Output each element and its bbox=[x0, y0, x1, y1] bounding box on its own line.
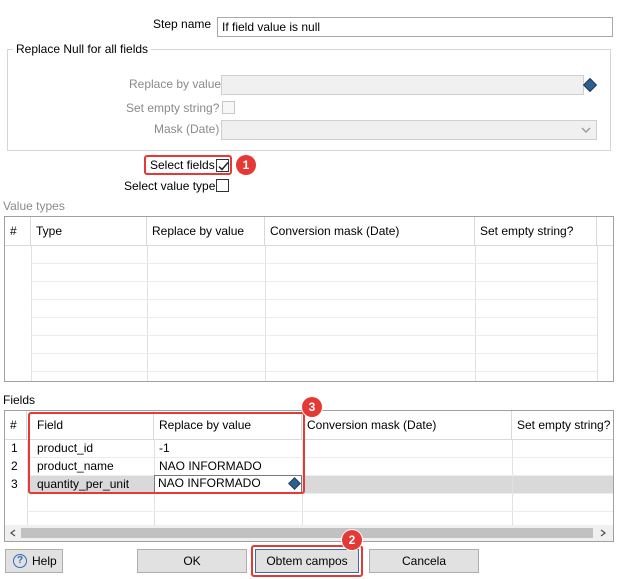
value-types-table[interactable]: # Type Replace by value Conversion mask … bbox=[4, 216, 614, 382]
annotation-badge-1: 1 bbox=[236, 155, 256, 175]
fields-columns-highlight bbox=[28, 412, 305, 494]
fields-title: Fields bbox=[3, 393, 36, 407]
scroll-left-icon[interactable] bbox=[9, 529, 17, 537]
value-types-col-type[interactable]: Type bbox=[31, 217, 147, 245]
replace-by-value-input[interactable] bbox=[221, 75, 584, 95]
annotation-badge-2: 2 bbox=[342, 530, 362, 550]
dropdown-chevron-icon[interactable] bbox=[581, 126, 591, 134]
mask-date-select[interactable] bbox=[221, 120, 597, 140]
step-name-input[interactable]: If field value is null bbox=[217, 17, 613, 37]
value-types-col-num[interactable]: # bbox=[5, 217, 31, 245]
mask-date-label: Mask (Date) bbox=[154, 122, 220, 136]
select-value-type-label: Select value type bbox=[124, 179, 216, 193]
annotation-badge-3: 3 bbox=[302, 397, 322, 417]
fields-horizontal-scrollbar[interactable] bbox=[5, 525, 613, 541]
fields-row-2-num: 2 bbox=[11, 459, 18, 473]
fields-row-3-num: 3 bbox=[11, 477, 18, 491]
help-circle-icon: ? bbox=[13, 554, 27, 568]
replace-null-group-title: Replace Null for all fields bbox=[13, 42, 152, 56]
help-button-label: Help bbox=[32, 554, 57, 568]
replace-by-value-label: Replace by value bbox=[129, 77, 222, 91]
fields-row-1-num: 1 bbox=[11, 441, 18, 455]
select-fields-highlight bbox=[144, 155, 232, 175]
set-empty-string-checkbox[interactable] bbox=[222, 101, 235, 114]
get-fields-highlight bbox=[251, 545, 363, 577]
set-empty-string-label: Set empty string? bbox=[126, 101, 220, 115]
value-types-title: Value types bbox=[3, 199, 65, 213]
scroll-right-icon[interactable] bbox=[599, 529, 607, 537]
cancel-button[interactable]: Cancela bbox=[369, 549, 479, 573]
value-types-col-empty[interactable]: Set empty string? bbox=[475, 217, 597, 245]
value-types-col-mask[interactable]: Conversion mask (Date) bbox=[265, 217, 475, 245]
fields-col-mask[interactable]: Conversion mask (Date) bbox=[302, 411, 512, 439]
select-value-type-checkbox[interactable] bbox=[216, 179, 229, 192]
ok-button[interactable]: OK bbox=[137, 549, 247, 573]
fields-col-num[interactable]: # bbox=[5, 411, 27, 439]
fields-col-empty[interactable]: Set empty string? bbox=[512, 411, 613, 439]
step-name-label: Step name bbox=[153, 17, 212, 31]
help-button[interactable]: ? Help bbox=[5, 549, 63, 573]
value-types-col-replace[interactable]: Replace by value bbox=[147, 217, 265, 245]
scrollbar-thumb[interactable] bbox=[21, 528, 593, 538]
